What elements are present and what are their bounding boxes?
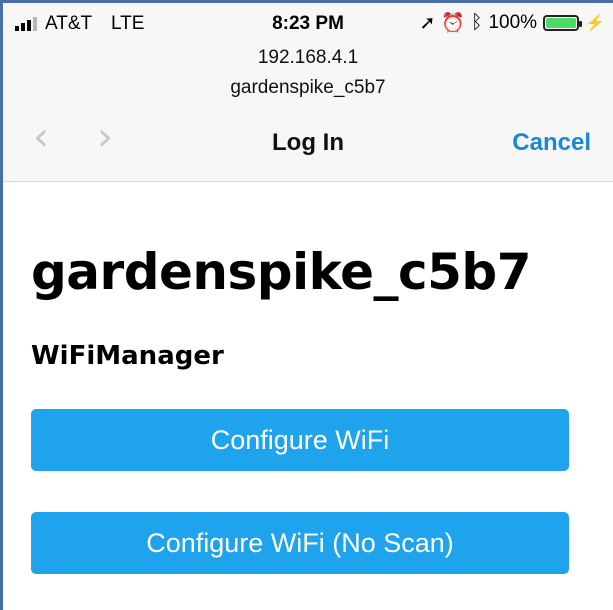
phone-screen: AT&T LTE 8:23 PM ➚ ⏰ ᛒ 100% ⚡ 192.168.4.… xyxy=(0,0,613,610)
cancel-button[interactable]: Cancel xyxy=(512,129,591,157)
status-bar: AT&T LTE 8:23 PM ➚ ⏰ ᛒ 100% ⚡ xyxy=(3,3,613,43)
battery-icon xyxy=(543,15,583,31)
page-host: 192.168.4.1 xyxy=(257,47,359,68)
location-arrow-icon: ➚ xyxy=(419,12,436,34)
battery-percent: 100% xyxy=(488,12,538,33)
browser-header: AT&T LTE 8:23 PM ➚ ⏰ ᛒ 100% ⚡ 192.168.4.… xyxy=(3,3,613,182)
bluetooth-icon: ᛒ xyxy=(471,12,483,33)
nav-bar: ‹ › Log In Cancel xyxy=(3,115,613,171)
page-name: gardenspike_c5b7 xyxy=(230,77,386,98)
configure-wifi-no-scan-button[interactable]: Configure WiFi (No Scan) xyxy=(31,512,569,574)
alarm-icon: ⏰ xyxy=(441,13,466,34)
configure-wifi-button[interactable]: Configure WiFi xyxy=(31,409,569,471)
charging-bolt-icon: ⚡ xyxy=(585,15,605,32)
page-title: gardenspike_c5b7 xyxy=(31,243,532,301)
page-subtitle: WiFiManager xyxy=(31,341,224,371)
status-icons: ➚ ⏰ ᛒ 100% ⚡ xyxy=(419,11,605,35)
